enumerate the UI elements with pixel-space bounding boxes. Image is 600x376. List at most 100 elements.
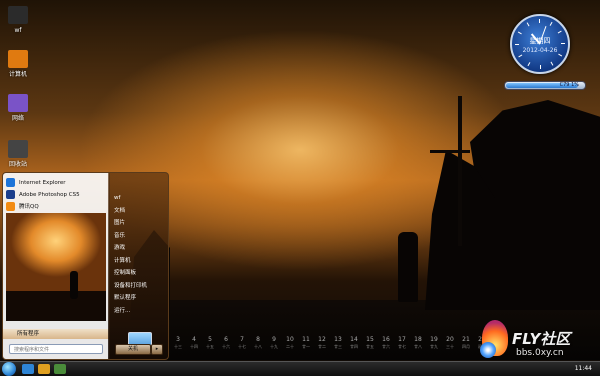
- calendar-day[interactable]: 6 十六: [218, 336, 234, 350]
- calendar-day[interactable]: 12 廿二: [314, 336, 330, 350]
- calendar-day-number: 5: [208, 336, 212, 343]
- calendar-day-number: 18: [414, 336, 422, 343]
- calendar-day[interactable]: 13 廿三: [330, 336, 346, 350]
- tray-clock[interactable]: 11:44: [575, 362, 592, 376]
- start-menu-item[interactable]: 控制面板: [114, 268, 136, 278]
- pinned-program-label: 腾讯QQ: [19, 204, 39, 210]
- qq-icon: [6, 202, 15, 211]
- calendar-day[interactable]: 14 廿四: [346, 336, 362, 350]
- photoshop-icon: [6, 190, 15, 199]
- desktop-icon[interactable]: 回收站: [4, 140, 32, 169]
- explorer-taskbar-icon[interactable]: [38, 364, 50, 374]
- pinned-program[interactable]: Internet Explorer: [6, 177, 106, 189]
- start-menu-item[interactable]: 游戏: [114, 243, 125, 253]
- desktop-icon-label: wf: [14, 27, 22, 34]
- calendar-day[interactable]: 4 十四: [186, 336, 202, 350]
- start-menu: Internet Explorer Adobe Photoshop CS5 腾讯QQ…: [2, 172, 169, 360]
- clock-tick: [517, 31, 522, 35]
- start-menu-photo: [6, 213, 106, 321]
- calendar-day[interactable]: 9 十九: [266, 336, 282, 350]
- calendar-day-number: 9: [272, 336, 276, 343]
- calendar-day[interactable]: 19 廿九: [426, 336, 442, 350]
- desktop-icon[interactable]: 计算机: [4, 50, 32, 79]
- clock-tick: [550, 61, 554, 66]
- start-menu-item[interactable]: 图片: [114, 218, 125, 228]
- watermark-brand: FLY社区: [512, 330, 571, 348]
- photo-ground: [6, 291, 106, 321]
- desktop-icon-label: 网络: [11, 115, 24, 122]
- start-menu-item[interactable]: 文档: [114, 206, 125, 216]
- calendar-day-number: 13: [334, 336, 342, 343]
- calendar-lunar-day: 十七: [238, 344, 246, 349]
- start-menu-item[interactable]: 运行...: [114, 306, 130, 316]
- desktop-icon[interactable]: wf: [4, 6, 32, 35]
- calendar-lunar-day: 三十: [446, 344, 454, 349]
- computer-icon: [8, 50, 28, 68]
- calendar-day[interactable]: 10 二十: [282, 336, 298, 350]
- calendar-day-number: 3: [176, 336, 180, 343]
- recycle-bin-icon: [8, 140, 28, 158]
- calendar-day-number: 6: [224, 336, 228, 343]
- watermark-url: bbs.0xy.cn: [516, 348, 564, 358]
- calendar-lunar-day: 廿四: [350, 344, 358, 349]
- pinned-program-label: Adobe Photoshop CS5: [19, 192, 80, 198]
- clock-tick: [557, 30, 562, 34]
- calendar-day[interactable]: 11 廿一: [298, 336, 314, 350]
- calendar-lunar-day: 廿九: [430, 344, 438, 349]
- start-button[interactable]: [2, 362, 16, 376]
- wallpaper-pole: [458, 96, 462, 246]
- wallpaper-person-silhouette: [398, 232, 418, 302]
- calendar-day[interactable]: 15 廿五: [362, 336, 378, 350]
- taskbar: 11:44: [0, 361, 600, 376]
- start-menu-item[interactable]: 设备和打印机: [114, 281, 147, 291]
- calendar-lunar-day: 四月: [462, 344, 470, 349]
- start-menu-item[interactable]: 音乐: [114, 231, 125, 241]
- all-programs-button[interactable]: 所有程序: [3, 329, 109, 339]
- calendar-day-number: 8: [256, 336, 260, 343]
- pinned-program[interactable]: Adobe Photoshop CS5: [6, 189, 106, 201]
- calendar-lunar-day: 廿七: [398, 344, 406, 349]
- calendar-day-number: 19: [430, 336, 438, 343]
- ie-taskbar-icon[interactable]: [22, 364, 34, 374]
- calendar-lunar-day: 二十: [286, 344, 294, 349]
- calendar-day[interactable]: 3 十三: [170, 336, 186, 350]
- calendar-day-number: 10: [286, 336, 294, 343]
- clock-tick: [561, 43, 565, 44]
- media-taskbar-icon[interactable]: [54, 364, 66, 374]
- clock-gadget[interactable]: 星期四 2012-04-26: [510, 14, 570, 74]
- calendar-day-number: 4: [192, 336, 196, 343]
- folder-icon: [8, 6, 28, 24]
- clock-tick: [527, 62, 531, 67]
- calendar-day[interactable]: 18 廿八: [410, 336, 426, 350]
- shutdown-options-button[interactable]: ▸: [151, 344, 163, 355]
- calendar-day-number: 17: [398, 336, 406, 343]
- pinned-program[interactable]: 腾讯QQ: [6, 201, 106, 213]
- calendar-day-number: 21: [462, 336, 470, 343]
- calendar-day[interactable]: 16 廿六: [378, 336, 394, 350]
- calendar-day-number: 7: [240, 336, 244, 343]
- calendar-day[interactable]: 21 四月: [458, 336, 474, 350]
- meter-gadget[interactable]: C79 1%: [504, 81, 586, 90]
- calendar-day[interactable]: 8 十八: [250, 336, 266, 350]
- calendar-day[interactable]: 20 三十: [442, 336, 458, 350]
- shutdown-button[interactable]: 关机: [115, 344, 151, 355]
- calendar-day[interactable]: 17 廿七: [394, 336, 410, 350]
- calendar-lunar-day: 十九: [270, 344, 278, 349]
- calendar-lunar-day: 十八: [254, 344, 262, 349]
- desktop-icon-label: 计算机: [8, 71, 27, 78]
- calendar-day[interactable]: 5 十五: [202, 336, 218, 350]
- start-menu-item[interactable]: wf: [114, 193, 120, 203]
- clock-tick: [539, 19, 540, 23]
- clock-weekday: 星期四: [529, 37, 551, 45]
- calendar-lunar-day: 廿五: [366, 344, 374, 349]
- start-menu-item[interactable]: 计算机: [114, 256, 131, 266]
- calendar-lunar-day: 廿六: [382, 344, 390, 349]
- calendar-day[interactable]: 7 十七: [234, 336, 250, 350]
- start-menu-item[interactable]: 默认程序: [114, 293, 136, 303]
- calendar-lunar-day: 廿三: [334, 344, 342, 349]
- calendar-lunar-day: 廿一: [302, 344, 310, 349]
- desktop-icon[interactable]: 网络: [4, 94, 32, 123]
- ie-icon: [6, 178, 15, 187]
- clock-tick: [558, 53, 563, 57]
- search-input[interactable]: 搜索程序和文件: [9, 344, 103, 354]
